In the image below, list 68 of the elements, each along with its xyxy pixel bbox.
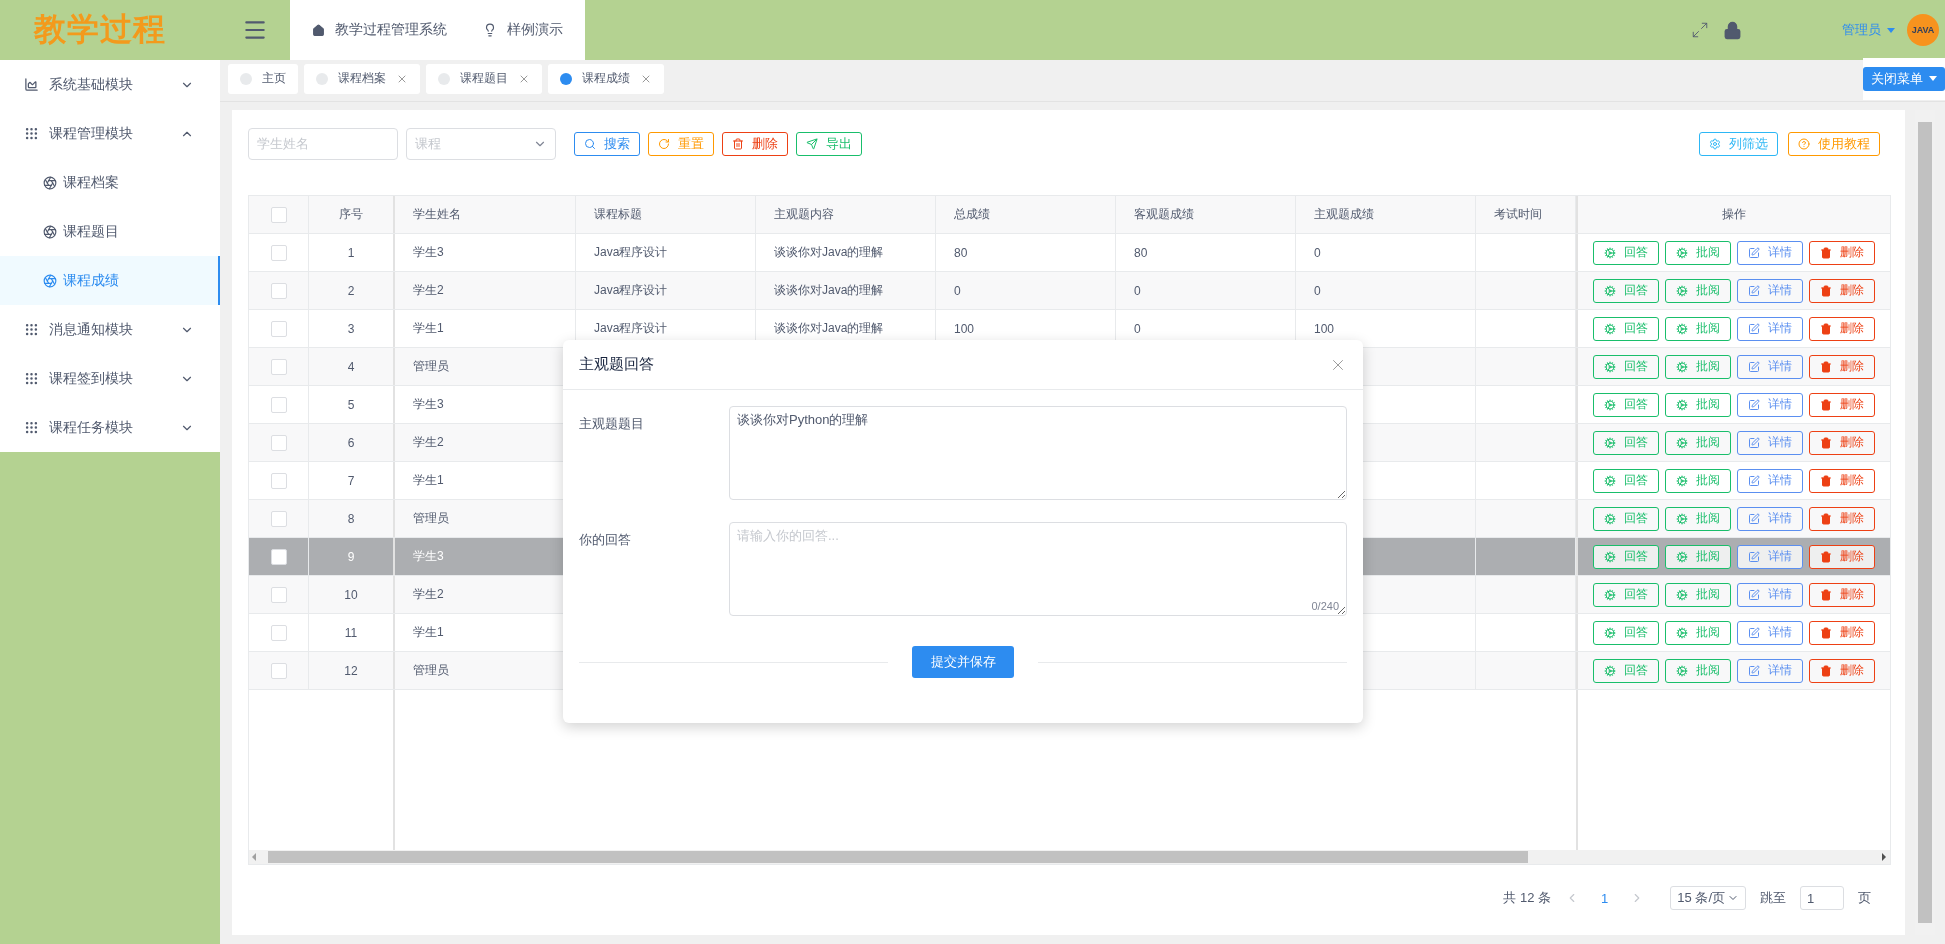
table-cell: Java程序设计 xyxy=(594,244,668,261)
table-cell: 管理员 xyxy=(413,510,449,527)
column-header: 操作 xyxy=(1722,206,1746,223)
column-header: 客观题成绩 xyxy=(1134,206,1194,223)
tab-label: 主页 xyxy=(262,70,286,87)
table-cell: 管理员 xyxy=(413,662,449,679)
column-header: 主观题内容 xyxy=(774,206,834,223)
table-cell: 7 xyxy=(347,473,355,488)
field-label: 你的回答 xyxy=(579,531,632,549)
column-header: 考试时间 xyxy=(1494,206,1542,223)
table-cell: 0 xyxy=(1314,283,1321,298)
table-cell: 4 xyxy=(347,359,355,374)
table-cell: 0 xyxy=(1314,245,1321,260)
column-header: 课程标题 xyxy=(594,206,642,223)
table-cell: 0 xyxy=(1134,283,1141,298)
total-count: 共 12 条 xyxy=(1503,889,1552,907)
sidebar-item-label: 课程任务模块 xyxy=(49,418,134,437)
tab-label: 课程题目 xyxy=(460,70,508,87)
table-cell: 学生2 xyxy=(413,586,444,603)
dialog-title: 主观题回答 xyxy=(579,355,654,374)
sidebar-item-label: 课程签到模块 xyxy=(49,369,134,388)
table-cell: 学生3 xyxy=(413,396,444,413)
table-cell: 11 xyxy=(344,625,358,640)
sidebar-item-label: 消息通知模块 xyxy=(49,320,134,339)
page-suffix: 页 xyxy=(1858,889,1871,907)
table-cell: 8 xyxy=(347,511,355,526)
sidebar-subitem-label: 课程题目 xyxy=(63,222,119,241)
table-cell: 学生2 xyxy=(413,282,444,299)
sidebar-item-label: 课程管理模块 xyxy=(49,124,134,143)
table-cell: 9 xyxy=(347,549,355,564)
sidebar-subitem-label: 课程成绩 xyxy=(63,271,119,290)
table-cell: 100 xyxy=(1314,321,1335,336)
table-cell: 12 xyxy=(344,663,358,678)
table-cell: 学生1 xyxy=(413,320,444,337)
char-counter: 0/240 xyxy=(1311,600,1339,612)
column-header: 学生姓名 xyxy=(413,206,461,223)
app-logo: 教学过程 xyxy=(32,10,167,49)
table-cell: 80 xyxy=(1134,245,1148,260)
table-cell: 学生3 xyxy=(413,548,444,565)
table-cell: 学生1 xyxy=(413,472,444,489)
table-cell: 谈谈你对Java的理解 xyxy=(774,320,884,337)
table-cell: 学生3 xyxy=(413,244,444,261)
table-cell: Java程序设计 xyxy=(594,282,668,299)
table-cell: 6 xyxy=(347,435,355,450)
table-cell: 3 xyxy=(347,321,355,336)
tab-label: 课程成绩 xyxy=(582,70,630,87)
table-cell: 学生2 xyxy=(413,434,444,451)
column-header: 总成绩 xyxy=(954,206,990,223)
table-cell: 5 xyxy=(347,397,355,412)
table-cell: 0 xyxy=(954,283,961,298)
sidebar-item-label: 系统基础模块 xyxy=(49,75,134,94)
table-cell: 学生1 xyxy=(413,624,444,641)
column-header: 序号 xyxy=(339,206,363,223)
table-cell: 10 xyxy=(344,587,358,602)
table-cell: 2 xyxy=(347,283,355,298)
tab-label: 课程档案 xyxy=(338,70,386,87)
field-label: 主观题题目 xyxy=(579,415,645,433)
table-cell: Java程序设计 xyxy=(594,320,668,337)
sidebar-subitem-label: 课程档案 xyxy=(63,173,119,192)
table-cell: 80 xyxy=(954,245,968,260)
jump-label: 跳至 xyxy=(1760,889,1786,907)
table-cell: 谈谈你对Java的理解 xyxy=(774,244,884,261)
table-cell: 1 xyxy=(347,245,355,260)
table-cell: 谈谈你对Java的理解 xyxy=(774,282,884,299)
table-cell: 0 xyxy=(1134,321,1141,336)
column-header: 主观题成绩 xyxy=(1314,206,1374,223)
table-cell: 管理员 xyxy=(413,358,449,375)
table-cell: 100 xyxy=(954,321,975,336)
